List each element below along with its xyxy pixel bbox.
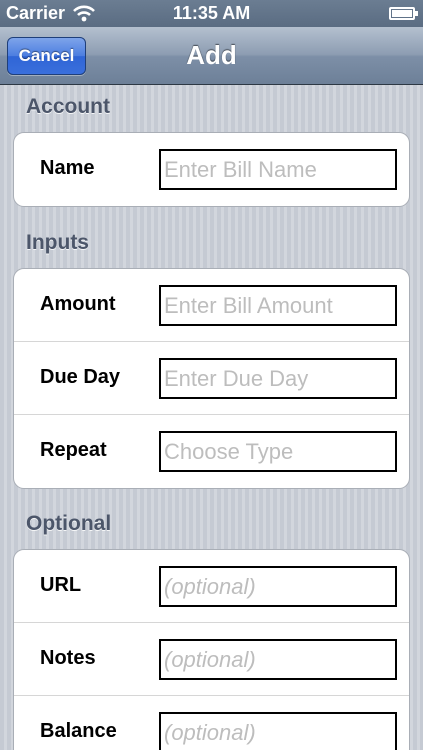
section-header-account: Account (26, 95, 110, 118)
notes-label: Notes (40, 647, 96, 669)
section-header-inputs: Inputs (26, 231, 89, 254)
name-label: Name (40, 157, 95, 179)
page-title: Add (186, 40, 237, 70)
navigation-bar: Cancel Add (0, 27, 423, 85)
repeat-type-input[interactable] (159, 431, 397, 472)
form-row-url: URL (14, 550, 409, 623)
url-input[interactable] (159, 566, 397, 607)
due-day-input[interactable] (159, 358, 397, 399)
bill-amount-input[interactable] (159, 285, 397, 326)
form-row-amount: Amount (14, 269, 409, 342)
bill-name-input[interactable] (159, 149, 397, 190)
url-label: URL (40, 574, 82, 596)
optional-group: URL Notes Balance (13, 549, 410, 750)
form-row-due-day: Due Day (14, 342, 409, 415)
inputs-group: Amount Due Day Repeat (13, 268, 410, 489)
notes-input[interactable] (159, 639, 397, 680)
repeat-label: Repeat (40, 439, 107, 461)
status-bar: Carrier 11:35 AM (0, 0, 423, 27)
form-row-name: Name (14, 133, 409, 206)
form-row-repeat: Repeat (14, 415, 409, 488)
balance-input[interactable] (159, 712, 397, 750)
form-row-balance: Balance (14, 696, 409, 750)
account-group: Name (13, 132, 410, 207)
section-header-optional: Optional (26, 512, 112, 535)
amount-label: Amount (40, 293, 116, 315)
form-row-notes: Notes (14, 623, 409, 696)
balance-label: Balance (40, 720, 117, 742)
due-day-label: Due Day (40, 366, 121, 388)
clock-time: 11:35 AM (172, 3, 251, 23)
battery-icon (389, 7, 418, 20)
